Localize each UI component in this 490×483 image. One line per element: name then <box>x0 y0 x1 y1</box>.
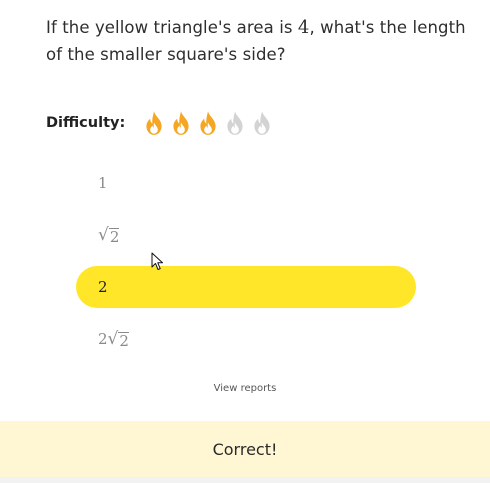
flame-icon-inactive <box>227 111 243 135</box>
bottom-divider <box>0 477 490 483</box>
question-text-before: If the yellow triangle's area is <box>46 18 298 37</box>
flame-icon-active <box>146 111 162 135</box>
question-text: If the yellow triangle's area is 4, what… <box>46 14 466 68</box>
radical-sign-icon: √ <box>107 328 119 349</box>
answer-options: 1 √ 2 2 2 √ 2 <box>76 162 416 370</box>
flame-icon-active <box>200 111 216 135</box>
answer-option-2-sqrt-2-prefix: 2 <box>98 330 108 348</box>
radical-sign-icon: √ <box>98 224 109 245</box>
flame-icon-inactive <box>254 111 270 135</box>
answer-option-2[interactable]: 2 <box>76 266 416 308</box>
answer-option-2-sqrt-2[interactable]: 2 √ 2 <box>76 318 416 360</box>
difficulty-label: Difficulty: <box>46 115 126 131</box>
mouse-pointer-icon <box>151 252 163 270</box>
sqrt-expression: √ 2 <box>98 224 120 246</box>
answer-option-2-prefix: 2 <box>98 278 108 296</box>
answer-option-2-sqrt-2-radicand: 2 <box>118 331 129 350</box>
difficulty-flames <box>141 110 275 136</box>
answer-option-sqrt-2-radicand: 2 <box>108 227 120 246</box>
feedback-text: Correct! <box>212 439 278 459</box>
answer-option-1-prefix: 1 <box>98 174 108 192</box>
question-math-value: 4 <box>297 17 310 38</box>
view-reports-link[interactable]: View reports <box>0 383 490 394</box>
answer-option-1[interactable]: 1 <box>76 162 416 204</box>
sqrt-expression: √ 2 <box>108 330 129 349</box>
flame-icon-active <box>173 111 189 135</box>
answer-option-sqrt-2[interactable]: √ 2 <box>76 214 416 256</box>
feedback-bar: Correct! <box>0 421 490 477</box>
difficulty-rating: Difficulty: <box>46 108 275 138</box>
